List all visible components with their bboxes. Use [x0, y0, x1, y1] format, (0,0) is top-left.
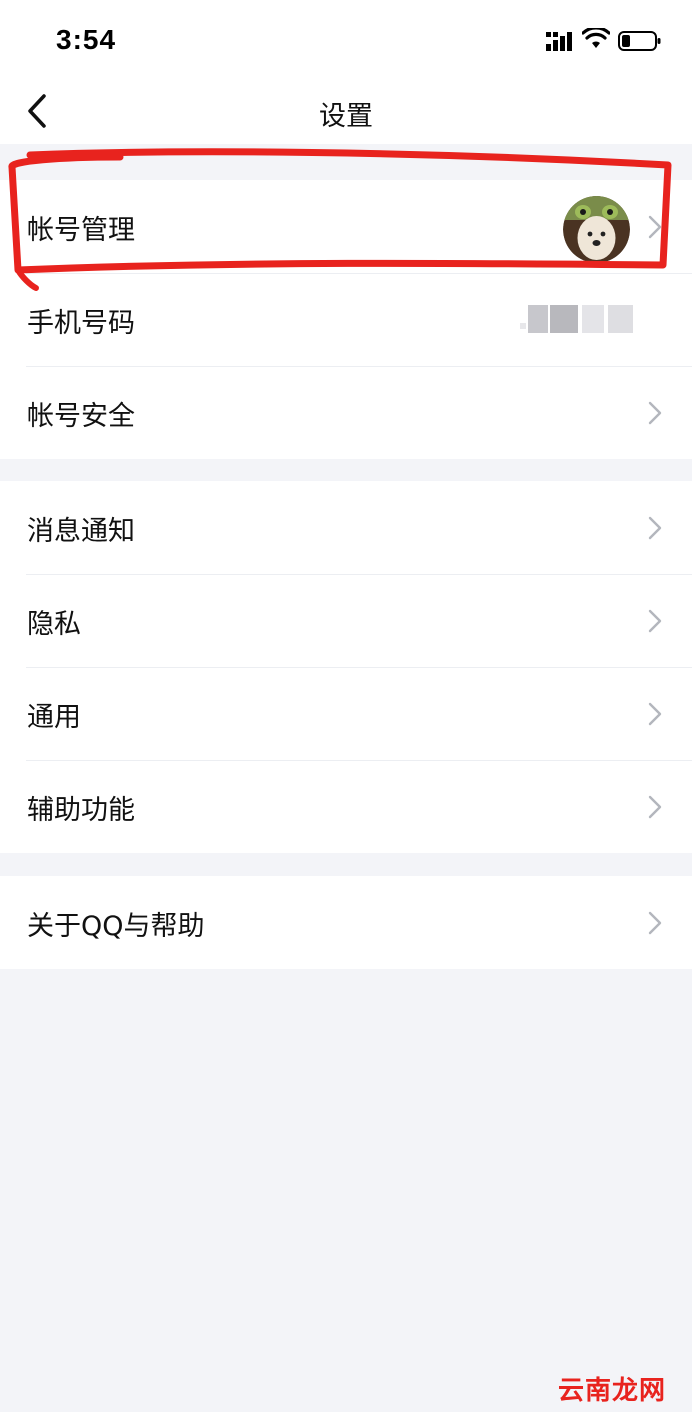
signal-icon: [546, 32, 572, 51]
chevron-right-icon: [648, 401, 662, 425]
settings-item-phone-number[interactable]: 手机号码: [0, 273, 692, 366]
settings-group-general: 消息通知 隐私 通用 辅助功能: [0, 481, 692, 853]
settings-item-about-help[interactable]: 关于QQ与帮助: [0, 876, 692, 969]
phone-number-redacted: [520, 305, 633, 333]
settings-item-account-security[interactable]: 帐号安全: [0, 366, 692, 459]
battery-icon: [618, 31, 661, 51]
settings-item-privacy[interactable]: 隐私: [0, 574, 692, 667]
navigation-bar: 设置: [0, 80, 692, 144]
status-bar: 3:54: [0, 0, 692, 80]
chevron-right-icon: [648, 609, 662, 633]
settings-item-label: 消息通知: [27, 516, 135, 547]
status-time: 3:54: [56, 24, 117, 55]
settings-group-about: 关于QQ与帮助: [0, 876, 692, 969]
settings-item-account-management[interactable]: 帐号管理: [0, 180, 692, 273]
chevron-right-icon: [648, 911, 662, 935]
settings-item-label: 辅助功能: [27, 795, 135, 826]
settings-item-accessibility[interactable]: 辅助功能: [0, 760, 692, 853]
settings-item-label: 通用: [27, 702, 81, 733]
chevron-right-icon: [648, 795, 662, 819]
settings-item-label: 帐号安全: [27, 401, 135, 432]
settings-item-label: 关于QQ与帮助: [27, 911, 205, 942]
page-title: 设置: [319, 101, 373, 132]
chevron-right-icon: [648, 516, 662, 540]
settings-item-label: 隐私: [27, 609, 81, 640]
settings-item-notifications[interactable]: 消息通知: [0, 481, 692, 574]
avatar: [563, 196, 630, 263]
watermark: 云南龙网: [558, 1376, 667, 1406]
settings-item-label: 帐号管理: [27, 215, 135, 246]
chevron-right-icon: [648, 215, 662, 239]
settings-group-account: 帐号管理 手机号码 帐号安全: [0, 180, 692, 459]
settings-item-label: 手机号码: [27, 308, 135, 339]
settings-item-general[interactable]: 通用: [0, 667, 692, 760]
chevron-right-icon: [648, 702, 662, 726]
wifi-icon: [582, 28, 610, 48]
